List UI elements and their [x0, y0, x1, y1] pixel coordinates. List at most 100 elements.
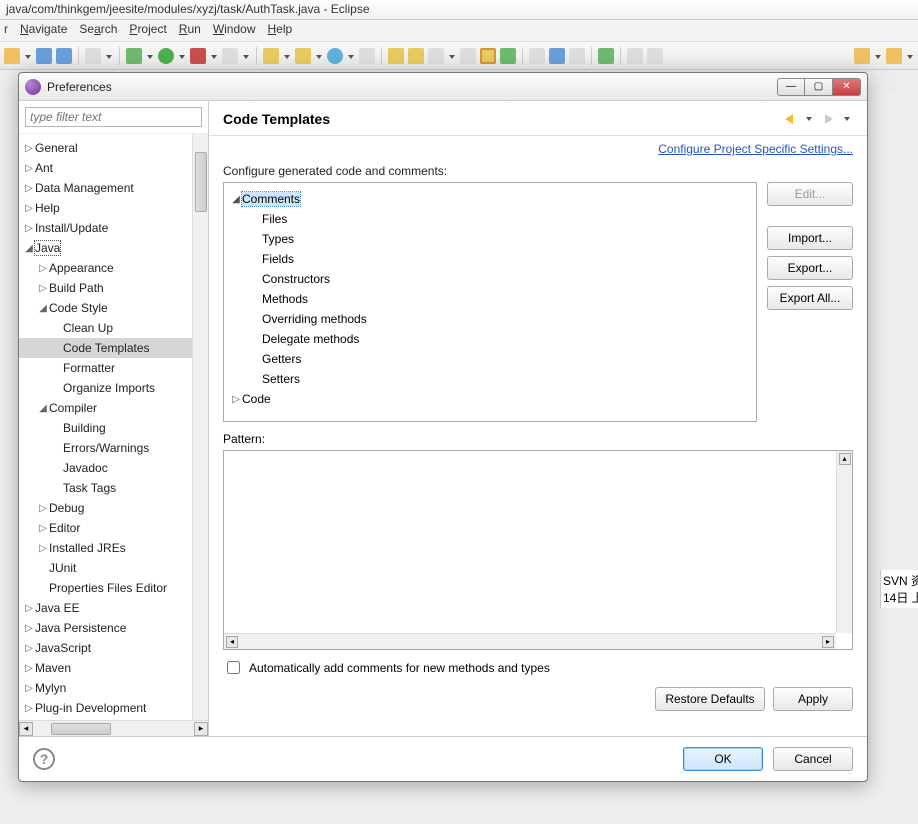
dropdown-icon[interactable] [906, 52, 914, 60]
back-icon[interactable] [854, 48, 870, 64]
minimize-button[interactable]: — [777, 78, 805, 96]
toolbar-icon[interactable] [549, 48, 565, 64]
scroll-thumb[interactable] [195, 152, 207, 212]
tree-item-code-templates[interactable]: Code Templates [19, 338, 208, 358]
toolbar-icon[interactable] [222, 48, 238, 64]
dropdown-icon[interactable] [24, 52, 32, 60]
toolbar-icon[interactable] [388, 48, 404, 64]
tree-item-java[interactable]: ◢Java [19, 238, 208, 258]
tree-item-java-persistence[interactable]: ▷Java Persistence [19, 618, 208, 638]
dropdown-icon[interactable] [315, 52, 323, 60]
toolbar-icon[interactable] [359, 48, 375, 64]
tree-item-errors-warnings[interactable]: Errors/Warnings [19, 438, 208, 458]
configure-project-link[interactable]: Configure Project Specific Settings... [658, 142, 853, 156]
dropdown-icon[interactable] [805, 114, 815, 124]
tree-item-plugin-development[interactable]: ▷Plug-in Development [19, 698, 208, 718]
tree-item-debug[interactable]: ▷Debug [19, 498, 208, 518]
menu-help[interactable]: Help [268, 22, 293, 39]
tree-item-formatter[interactable]: Formatter [19, 358, 208, 378]
template-item-methods[interactable]: Methods [228, 289, 752, 309]
maximize-button[interactable]: ▢ [805, 78, 833, 96]
toolbar-icon[interactable] [569, 48, 585, 64]
template-tree[interactable]: ◢Comments Files Types Fields Constructor… [223, 182, 757, 422]
import-button[interactable]: Import... [767, 226, 853, 250]
tree-item-compiler[interactable]: ◢Compiler [19, 398, 208, 418]
run-icon[interactable] [158, 48, 174, 64]
tree-item-task-tags[interactable]: Task Tags [19, 478, 208, 498]
template-item-comments[interactable]: ◢Comments [228, 189, 752, 209]
forward-arrow-icon[interactable] [821, 111, 837, 127]
toolbar-icon[interactable] [263, 48, 279, 64]
tree-item-ant[interactable]: ▷Ant [19, 158, 208, 178]
export-all-button[interactable]: Export All... [767, 286, 853, 310]
template-item-types[interactable]: Types [228, 229, 752, 249]
tree-item-appearance[interactable]: ▷Appearance [19, 258, 208, 278]
tree-item-javadoc[interactable]: Javadoc [19, 458, 208, 478]
dropdown-icon[interactable] [178, 52, 186, 60]
scroll-left-icon[interactable]: ◂ [226, 636, 238, 648]
dropdown-icon[interactable] [874, 52, 882, 60]
menu-window[interactable]: Window [213, 22, 256, 39]
debug-icon[interactable] [126, 48, 142, 64]
restore-defaults-button[interactable]: Restore Defaults [655, 687, 765, 711]
scroll-right-icon[interactable]: ▸ [822, 636, 834, 648]
menu-search[interactable]: Search [79, 22, 117, 39]
tree-item-clean-up[interactable]: Clean Up [19, 318, 208, 338]
apply-button[interactable]: Apply [773, 687, 853, 711]
save-icon[interactable] [36, 48, 52, 64]
filter-input[interactable] [25, 107, 202, 127]
toolbar-icon[interactable] [4, 48, 20, 64]
run-ext-icon[interactable] [190, 48, 206, 64]
dropdown-icon[interactable] [448, 52, 456, 60]
dropdown-icon[interactable] [146, 52, 154, 60]
template-item-fields[interactable]: Fields [228, 249, 752, 269]
scroll-right-icon[interactable]: ▸ [194, 722, 208, 736]
toolbar-icon[interactable] [598, 48, 614, 64]
template-item-delegate[interactable]: Delegate methods [228, 329, 752, 349]
dropdown-icon[interactable] [105, 52, 113, 60]
toolbar-icon[interactable] [500, 48, 516, 64]
vertical-scrollbar[interactable] [192, 134, 208, 720]
template-item-overriding[interactable]: Overriding methods [228, 309, 752, 329]
dropdown-icon[interactable] [283, 52, 291, 60]
template-item-code[interactable]: ▷Code [228, 389, 752, 409]
template-item-setters[interactable]: Setters [228, 369, 752, 389]
tree-item-help[interactable]: ▷Help [19, 198, 208, 218]
toolbar-icon[interactable] [460, 48, 476, 64]
preferences-tree[interactable]: ▷General ▷Ant ▷Data Management ▷Help ▷In… [19, 134, 208, 722]
tree-item-junit[interactable]: JUnit [19, 558, 208, 578]
toolbar-icon[interactable] [327, 48, 343, 64]
template-item-getters[interactable]: Getters [228, 349, 752, 369]
edit-button[interactable]: Edit... [767, 182, 853, 206]
tree-item-javascript[interactable]: ▷JavaScript [19, 638, 208, 658]
auto-comment-checkbox[interactable] [227, 661, 240, 674]
tree-item-building[interactable]: Building [19, 418, 208, 438]
menu-r[interactable]: r [4, 22, 8, 39]
toolbar-icon[interactable] [408, 48, 424, 64]
save-all-icon[interactable] [56, 48, 72, 64]
pattern-textarea[interactable]: ▴ ◂ ▸ [223, 450, 853, 650]
horizontal-scrollbar[interactable]: ◂ ▸ [224, 633, 836, 649]
dropdown-icon[interactable] [843, 114, 853, 124]
tree-item-install-update[interactable]: ▷Install/Update [19, 218, 208, 238]
tree-item-mylyn[interactable]: ▷Mylyn [19, 678, 208, 698]
dropdown-icon[interactable] [347, 52, 355, 60]
export-button[interactable]: Export... [767, 256, 853, 280]
close-button[interactable]: ✕ [833, 78, 861, 96]
dialog-title-bar[interactable]: Preferences — ▢ ✕ [19, 73, 867, 101]
horizontal-scrollbar[interactable]: ◂ ▸ [19, 720, 208, 736]
tree-item-maven[interactable]: ▷Maven [19, 658, 208, 678]
toolbar-icon[interactable] [627, 48, 643, 64]
scroll-thumb[interactable] [51, 723, 111, 735]
help-icon[interactable]: ? [33, 748, 55, 770]
toolbar-icon[interactable] [647, 48, 663, 64]
back-arrow-icon[interactable] [783, 111, 799, 127]
tree-item-build-path[interactable]: ▷Build Path [19, 278, 208, 298]
dropdown-icon[interactable] [242, 52, 250, 60]
menu-project[interactable]: Project [129, 22, 166, 39]
scroll-up-icon[interactable]: ▴ [839, 453, 851, 465]
template-item-constructors[interactable]: Constructors [228, 269, 752, 289]
tree-item-installed-jres[interactable]: ▷Installed JREs [19, 538, 208, 558]
toolbar-icon[interactable] [85, 48, 101, 64]
ok-button[interactable]: OK [683, 747, 763, 771]
